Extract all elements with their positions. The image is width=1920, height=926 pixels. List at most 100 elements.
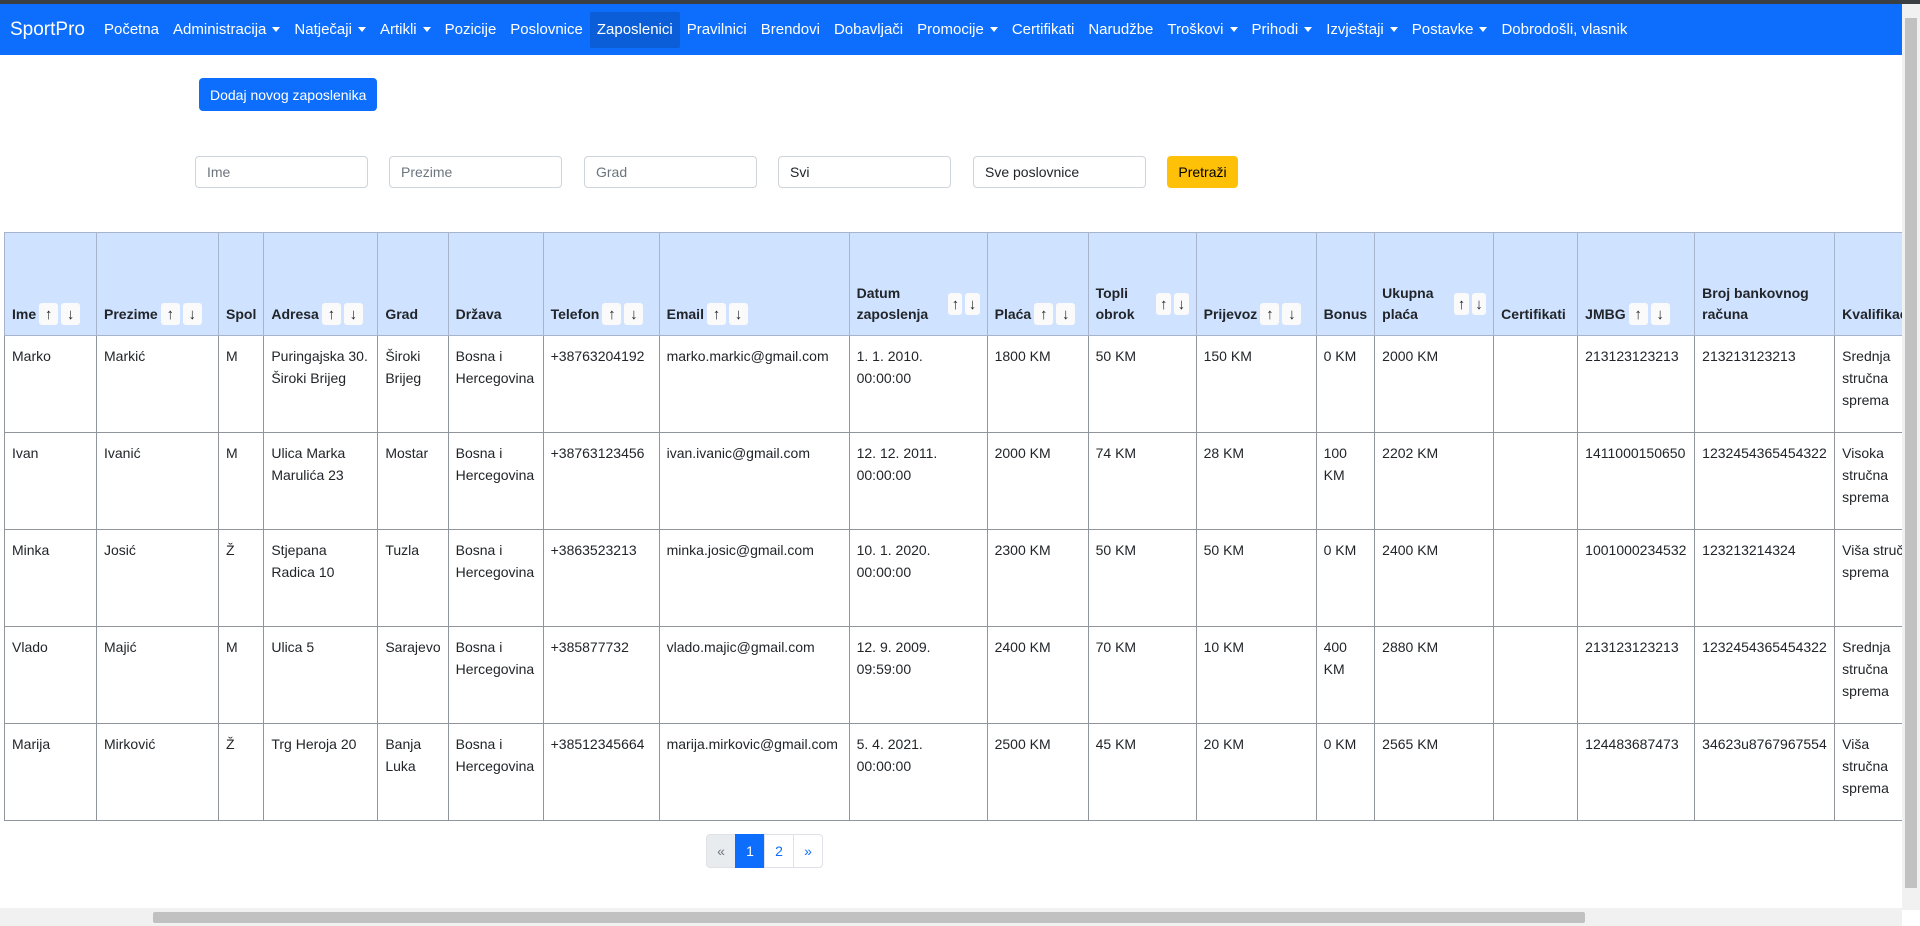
table-cell: Stjepana Radica 10: [263, 529, 379, 627]
column-header[interactable]: Topli obrok ↑ ↓: [1087, 232, 1197, 336]
column-header[interactable]: Plaća ↑ ↓: [986, 232, 1089, 336]
vertical-scrollbar[interactable]: [1902, 4, 1920, 910]
nav-item-10[interactable]: Promocije: [910, 12, 1005, 48]
column-header-content: Broj bankovnog računa: [1702, 283, 1827, 325]
column-header-label: Adresa: [271, 305, 319, 322]
sort-down-icon[interactable]: ↓: [728, 303, 748, 325]
sort-up-icon[interactable]: ↑: [1628, 303, 1648, 325]
column-header-label: Telefon: [550, 305, 600, 322]
horizontal-scrollbar-thumb[interactable]: [153, 912, 1585, 923]
sort-up-icon[interactable]: ↑: [160, 303, 180, 325]
table-cell: 5. 4. 2021. 00:00:00: [848, 723, 988, 821]
nav-item-13[interactable]: Troškovi: [1160, 12, 1244, 48]
pagination-page-2[interactable]: 2: [764, 834, 794, 868]
sort-up-icon[interactable]: ↑: [948, 293, 963, 315]
table-cell: Ivan: [4, 432, 97, 530]
column-header[interactable]: Adresa ↑ ↓: [263, 232, 379, 336]
table-cell: 1800 KM: [986, 335, 1089, 433]
nav-item-15[interactable]: Izvještaji: [1319, 12, 1405, 48]
column-header-content: Prezime ↑ ↓: [104, 303, 211, 325]
nav-item-2[interactable]: Natječaji: [287, 12, 373, 48]
column-header-label: JMBG: [1585, 305, 1626, 322]
sort-down-icon[interactable]: ↓: [343, 303, 363, 325]
table-cell: +38763123456: [542, 432, 660, 530]
branch-filter-select[interactable]: Sve poslovnice: [973, 156, 1146, 188]
sort-up-icon[interactable]: ↑: [706, 303, 726, 325]
nav-item-14[interactable]: Prihodi: [1245, 12, 1320, 48]
nav-item-8[interactable]: Brendovi: [754, 12, 827, 48]
nav-item-label: Promocije: [917, 21, 984, 38]
sort-up-icon[interactable]: ↑: [1034, 303, 1054, 325]
column-header-label: Prezime: [104, 305, 158, 322]
column-header[interactable]: Prijevoz ↑ ↓: [1195, 232, 1317, 336]
employees-table: Ime ↑ ↓ Prezime ↑ ↓ Spol Adresa ↑ ↓ Grad Država Tele…: [4, 232, 1920, 821]
sort-up-icon[interactable]: ↑: [1454, 293, 1469, 315]
nav-item-9[interactable]: Dobavljači: [827, 12, 910, 48]
pagination-prev[interactable]: «: [706, 834, 736, 868]
column-header[interactable]: Telefon ↑ ↓: [542, 232, 660, 336]
sort-down-icon[interactable]: ↓: [1056, 303, 1076, 325]
brand-logo[interactable]: SportPro: [10, 19, 85, 41]
table-cell: 2880 KM: [1374, 626, 1495, 724]
vertical-scrollbar-thumb[interactable]: [1905, 18, 1917, 888]
sort-up-icon[interactable]: ↑: [39, 303, 59, 325]
nav-item-0[interactable]: Početna: [97, 12, 166, 48]
column-header[interactable]: Email ↑ ↓: [658, 232, 850, 336]
add-employee-button[interactable]: Dodaj novog zaposlenika: [199, 78, 378, 111]
sort-up-icon[interactable]: ↑: [1156, 293, 1172, 315]
pagination-next[interactable]: »: [793, 834, 823, 868]
column-header-label: Datum zaposlenja: [856, 285, 929, 322]
sort-down-icon[interactable]: ↓: [182, 303, 202, 325]
sort-down-icon[interactable]: ↓: [1174, 293, 1189, 315]
table-cell: 0 KM: [1315, 723, 1376, 821]
sort-down-icon[interactable]: ↓: [1650, 303, 1670, 325]
column-header-content: Spol: [226, 304, 256, 325]
sort-down-icon[interactable]: ↓: [61, 303, 81, 325]
column-header[interactable]: JMBG ↑ ↓: [1577, 232, 1696, 336]
horizontal-scrollbar[interactable]: [0, 908, 1902, 926]
main-navbar: SportPro Početna Administracija Natječaji A…: [0, 4, 1902, 55]
table-cell: Tuzla: [377, 529, 449, 627]
sort-up-icon[interactable]: ↑: [321, 303, 341, 325]
chevron-down-icon: [1479, 27, 1488, 32]
column-header-content: Topli obrok ↑ ↓: [1096, 283, 1189, 325]
chevron-down-icon: [1304, 27, 1313, 32]
column-header[interactable]: Ime ↑ ↓: [4, 232, 97, 336]
table-cell: [1493, 529, 1579, 627]
nav-item-6[interactable]: Zaposlenici: [589, 11, 680, 48]
table-cell: 0 KM: [1315, 335, 1376, 433]
nav-item-1[interactable]: Administracija: [166, 12, 287, 48]
column-header[interactable]: Prezime ↑ ↓: [96, 232, 219, 336]
nav-item-5[interactable]: Poslovnice: [503, 12, 590, 48]
nav-item-17[interactable]: Dobrodošli, vlasnik: [1494, 12, 1634, 48]
table-cell: Bosna i Hercegovina: [447, 432, 544, 530]
nav-item-12[interactable]: Narudžbe: [1081, 12, 1160, 48]
table-row: Minka Josić Ž Stjepana Radica 10 Tuzla Bosna …: [4, 529, 1920, 627]
sort-up-icon[interactable]: ↑: [602, 303, 622, 325]
sort-down-icon[interactable]: ↓: [624, 303, 644, 325]
table-cell: 1232454365454322: [1694, 432, 1836, 530]
column-header[interactable]: Datum zaposlenja ↑ ↓: [848, 232, 988, 336]
column-header-content: Grad: [385, 304, 440, 325]
first-name-filter-input[interactable]: [195, 156, 368, 188]
nav-item-11[interactable]: Certifikati: [1005, 12, 1082, 48]
table-cell: 34623u8767967554: [1694, 723, 1836, 821]
column-header[interactable]: Ukupna plaća ↑ ↓: [1374, 232, 1495, 336]
pagination-page-1[interactable]: 1: [735, 834, 765, 868]
sort-down-icon[interactable]: ↓: [1471, 293, 1487, 315]
sort-down-icon[interactable]: ↓: [1282, 303, 1302, 325]
nav-item-3[interactable]: Artikli: [373, 12, 438, 48]
gender-filter-select[interactable]: Svi: [778, 156, 951, 188]
search-button[interactable]: Pretraži: [1167, 156, 1238, 188]
sort-down-icon[interactable]: ↓: [965, 293, 980, 315]
nav-item-7[interactable]: Pravilnici: [680, 12, 754, 48]
table-cell: 400 KM: [1315, 626, 1376, 724]
city-filter-input[interactable]: [584, 156, 757, 188]
table-cell: marija.mirkovic@gmail.com: [658, 723, 850, 821]
table-cell: 10 KM: [1195, 626, 1317, 724]
nav-item-16[interactable]: Postavke: [1405, 12, 1495, 48]
nav-item-4[interactable]: Pozicije: [438, 12, 504, 48]
table-cell: +3863523213: [542, 529, 660, 627]
sort-up-icon[interactable]: ↑: [1260, 303, 1280, 325]
last-name-filter-input[interactable]: [389, 156, 562, 188]
